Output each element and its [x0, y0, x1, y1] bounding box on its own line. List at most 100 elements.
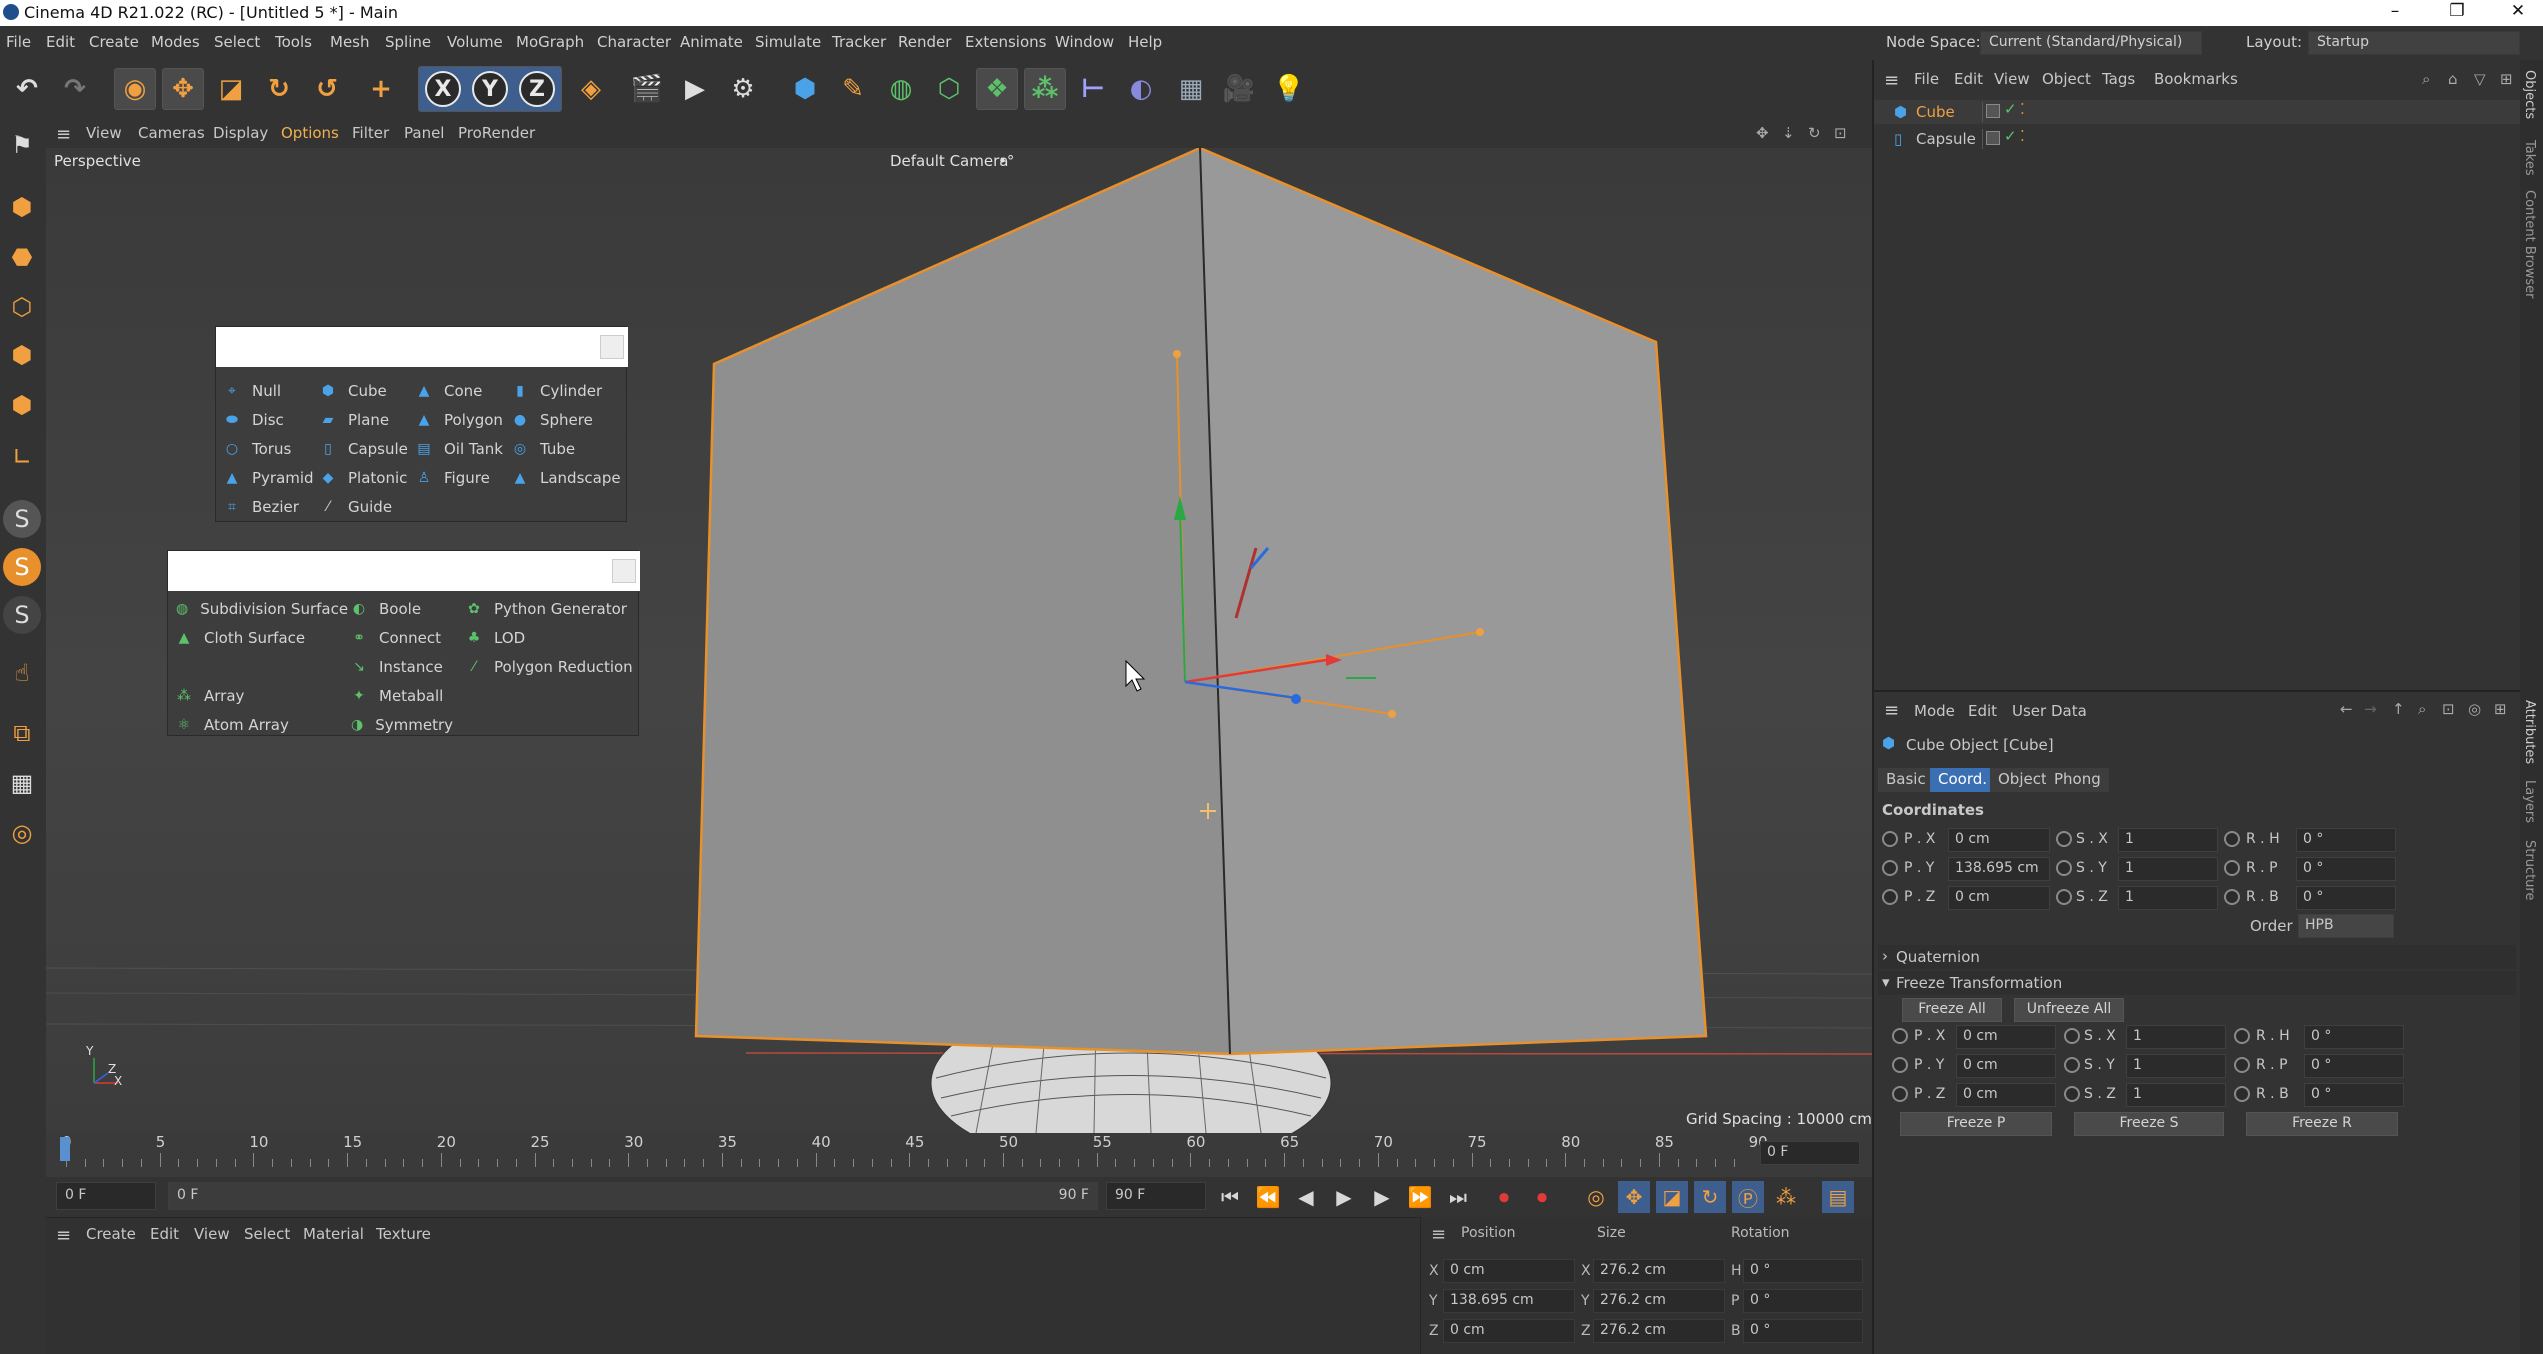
rotate-tool-icon[interactable]: ↻ [258, 68, 300, 110]
camera-lock-icon[interactable]: •° [998, 152, 1014, 170]
keyframe-radio[interactable] [1882, 889, 1898, 905]
menu-file[interactable]: File [6, 33, 31, 51]
palette-item-plane[interactable]: ▰ Plane [312, 406, 412, 434]
keyframe-radio[interactable] [1892, 1028, 1908, 1044]
attr-new-window-icon[interactable]: ⊞ [2494, 700, 2507, 718]
keyframe-radio[interactable] [2064, 1057, 2080, 1073]
enabled-check-icon[interactable]: ✓ [2004, 100, 2017, 118]
points-mode-icon[interactable]: ⬡ [3, 288, 41, 326]
menu-animate[interactable]: Animate [680, 33, 743, 51]
palette-item-polygon[interactable]: ▲ Polygon [408, 406, 508, 434]
add-tool-icon[interactable]: + [360, 68, 402, 110]
undo-icon[interactable]: ↶ [6, 68, 48, 110]
palette-item-torus[interactable]: ○ Torus [216, 435, 316, 463]
keyframe-radio[interactable] [2056, 831, 2072, 847]
palette-item-array[interactable]: ⁂ Array [168, 682, 338, 710]
deformer-icon[interactable]: ⊢ [1072, 68, 1114, 110]
palette-item-tube[interactable]: ◎ Tube [504, 435, 624, 463]
array-icon[interactable]: ⬡ [928, 68, 970, 110]
menu-spline[interactable]: Spline [385, 33, 431, 51]
object-row-capsule[interactable]: ▯ Capsule ✓ ⁚ [1874, 127, 2520, 151]
go-to-start-icon[interactable]: ⏮ [1214, 1181, 1246, 1213]
material-menu-texture[interactable]: Texture [376, 1225, 431, 1243]
freeze-rotation-h[interactable]: 0 ° [2304, 1025, 2404, 1049]
palette-item-figure[interactable]: ♙ Figure [408, 464, 508, 492]
tab-coord[interactable]: Coord. [1930, 768, 1996, 792]
strip-tab-content-browser[interactable]: Content Browser [2522, 190, 2537, 299]
subdivision-surface-icon[interactable]: ◍ [880, 68, 922, 110]
menu-select[interactable]: Select [214, 33, 260, 51]
palette-close-button[interactable] [612, 559, 636, 583]
cube-primitive-icon[interactable]: ⬢ [784, 68, 826, 110]
attr-position-x[interactable]: 0 cm [1948, 828, 2050, 852]
mograph-matrix-icon[interactable]: ⁂ [1024, 68, 1066, 110]
palette-item-bezier[interactable]: ⌗ Bezier [216, 493, 316, 521]
keyframe-radio[interactable] [2234, 1028, 2250, 1044]
attr-scale-y[interactable]: 1 [2118, 857, 2218, 881]
object-menu-file[interactable]: File [1914, 70, 1939, 88]
viewport-menu-display[interactable]: Display [213, 124, 268, 142]
viewport-menu-options[interactable]: Options [281, 124, 339, 142]
palette-close-button[interactable] [600, 335, 624, 359]
freeze-scale-z[interactable]: 1 [2126, 1083, 2226, 1107]
next-key-icon[interactable]: ⏩ [1404, 1181, 1436, 1213]
axis-mode-icon[interactable]: ◎ [3, 814, 41, 852]
recent-tools-icon[interactable]: ↺ [306, 68, 348, 110]
menu-modes[interactable]: Modes [151, 33, 200, 51]
x-axis-lock-button[interactable]: X [425, 71, 461, 107]
keyframe-radio[interactable] [2064, 1086, 2080, 1102]
keyframe-radio[interactable] [2056, 889, 2072, 905]
key-parameter-icon[interactable]: Ⓟ [1732, 1181, 1764, 1213]
strip-tab-attributes[interactable]: Attributes [2522, 700, 2537, 764]
palette-item-cloth-surface[interactable]: ▲ Cloth Surface [168, 624, 338, 652]
attr-up-icon[interactable]: ↑ [2392, 700, 2405, 718]
go-to-end-icon[interactable]: ⏭ [1442, 1181, 1474, 1213]
object-search-icon[interactable]: ⌕ [2422, 70, 2430, 88]
palette-item-null[interactable]: ⌖ Null [216, 377, 316, 405]
keyframe-radio[interactable] [1892, 1057, 1908, 1073]
keyframe-radio[interactable] [2224, 831, 2240, 847]
field-icon[interactable]: ◐ [1120, 68, 1162, 110]
start-frame-field[interactable]: 0 F [56, 1182, 156, 1210]
key-position-icon[interactable]: ◎ [1580, 1181, 1612, 1213]
keyframe-radio[interactable] [1892, 1086, 1908, 1102]
next-frame-icon[interactable]: ▶ [1366, 1181, 1398, 1213]
palette-item-metaball[interactable]: ✦ Metaball [343, 682, 453, 710]
coord-size-x[interactable]: 276.2 cm [1593, 1259, 1725, 1283]
palette-item-platonic[interactable]: ◆ Platonic [312, 464, 412, 492]
coord-position-z[interactable]: 0 cm [1443, 1319, 1575, 1343]
key-move-icon[interactable]: ✥ [1618, 1181, 1650, 1213]
freeze-position-y[interactable]: 0 cm [1956, 1054, 2056, 1078]
menu-help[interactable]: Help [1128, 33, 1162, 51]
object-filter-icon[interactable]: ▽ [2474, 70, 2486, 88]
key-pla-icon[interactable]: ⁂ [1770, 1181, 1802, 1213]
palette-item-python-generator[interactable]: ✿ Python Generator [458, 595, 638, 623]
timeline-playhead[interactable] [60, 1137, 70, 1161]
freeze-p-button[interactable]: Freeze P [1900, 1112, 2052, 1136]
tweak-icon[interactable]: ☝ [3, 654, 41, 692]
object-menu-tags[interactable]: Tags [2102, 70, 2135, 88]
palette-item-landscape[interactable]: ▲ Landscape [504, 464, 624, 492]
snap-settings-icon[interactable]: S [3, 548, 41, 586]
visibility-dots-icon[interactable]: ⁚ [2020, 100, 2025, 118]
attr-position-y[interactable]: 138.695 cm [1948, 857, 2050, 881]
attr-scale-z[interactable]: 1 [2118, 886, 2218, 910]
palette-drag-handle[interactable] [168, 551, 640, 591]
material-manager[interactable]: ≡ Create Edit View Select Material Textu… [46, 1217, 1420, 1354]
play-icon[interactable]: ▶ [1328, 1181, 1360, 1213]
menu-create[interactable]: Create [89, 33, 139, 51]
palette-item-symmetry[interactable]: ◑ Symmetry [343, 711, 453, 739]
attr-search-icon[interactable]: ⌕ [2418, 700, 2426, 718]
keyframe-radio[interactable] [1882, 860, 1898, 876]
menu-render[interactable]: Render [898, 33, 951, 51]
object-new-window-icon[interactable]: ⊞ [2500, 70, 2513, 88]
strip-tab-structure[interactable]: Structure [2522, 840, 2537, 900]
attr-scale-x[interactable]: 1 [2118, 828, 2218, 852]
timeline-ruler[interactable]: 051015202530354045505560657075808590 0 F [46, 1133, 1872, 1177]
previous-frame-icon[interactable]: ◀ [1290, 1181, 1322, 1213]
object-menu-icon[interactable]: ≡ [1884, 70, 1899, 91]
end-frame-field[interactable]: 90 F [1106, 1182, 1206, 1210]
attr-menu-icon[interactable]: ≡ [1884, 700, 1899, 721]
minimize-button[interactable]: – [2370, 0, 2420, 24]
freeze-s-button[interactable]: Freeze S [2074, 1112, 2224, 1136]
